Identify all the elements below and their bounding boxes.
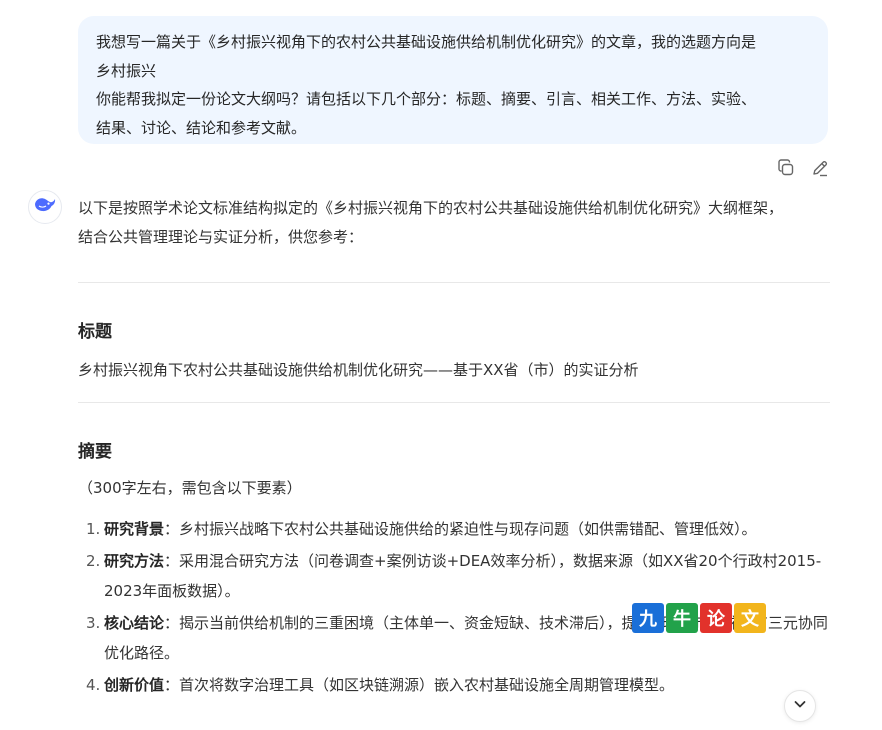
list-item: 1. 研究背景：乡村振兴战略下农村公共基础设施供给的紧迫性与现存问题（如供需错配…	[78, 514, 830, 544]
list-item: 4. 创新价值：首次将数字治理工具（如区块链溯源）嵌入农村基础设施全周期管理模型…	[78, 670, 830, 700]
answer-intro-line: 结合公共管理理论与实证分析，供您参考：	[78, 228, 364, 246]
abstract-note: （300字左右，需包含以下要素）	[78, 479, 302, 497]
title-text: 乡村振兴视角下农村公共基础设施供给机制优化研究——基于XX省（市）的实证分析	[78, 361, 639, 379]
list-item: 2. 研究方法：采用混合研究方法（问卷调查+案例访谈+DEA效率分析），数据来源…	[78, 546, 830, 606]
watermark-logo: 九 牛 论 文	[632, 603, 766, 633]
list-item-label: 研究方法	[104, 552, 165, 570]
list-item-text: ：首次将数字治理工具（如区块链溯源）嵌入农村基础设施全周期管理模型。	[164, 676, 675, 694]
title-heading: 标题	[78, 322, 112, 342]
list-item-text: ：乡村振兴战略下农村公共基础设施供给的紧迫性与现存问题（如供需错配、管理低效）。	[164, 520, 757, 538]
user-message-bubble: 我想写一篇关于《乡村振兴视角下的农村公共基础设施供给机制优化研究》的文章，我的选…	[78, 16, 828, 144]
abstract-heading: 摘要	[78, 442, 112, 462]
chat-page: 我想写一篇关于《乡村振兴视角下的农村公共基础设施供给机制优化研究》的文章，我的选…	[0, 0, 882, 730]
list-item-number: 4.	[86, 676, 101, 694]
list-item-label: 研究背景	[104, 520, 165, 538]
assistant-avatar	[28, 190, 62, 224]
section-divider	[78, 402, 830, 403]
answer-intro-line: 以下是按照学术论文标准结构拟定的《乡村振兴视角下的农村公共基础设施供给机制优化研…	[78, 199, 784, 217]
watermark-char: 文	[734, 603, 766, 633]
section-divider	[78, 282, 830, 283]
copy-icon[interactable]	[776, 158, 796, 178]
list-item-text: ：采用混合研究方法（问卷调查+案例访谈+DEA效率分析），数据来源（如XX省20…	[104, 552, 822, 600]
user-message-line: 你能帮我拟定一份论文大纲吗？请包括以下几个部分：标题、摘要、引言、相关工作、方法…	[96, 90, 757, 108]
edit-icon[interactable]	[810, 158, 830, 178]
list-item-label: 创新价值	[104, 676, 165, 694]
scroll-to-bottom-button[interactable]	[784, 690, 816, 722]
list-item-number: 3.	[86, 614, 101, 632]
message-actions	[776, 158, 830, 178]
watermark-char: 九	[632, 603, 664, 633]
list-item-number: 2.	[86, 552, 101, 570]
deepseek-whale-icon	[33, 195, 57, 219]
user-message-line: 我想写一篇关于《乡村振兴视角下的农村公共基础设施供给机制优化研究》的文章，我的选…	[96, 33, 757, 51]
user-message-line: 结果、讨论、结论和参考文献。	[96, 118, 307, 137]
list-item-number: 1.	[86, 520, 101, 538]
user-message-line: 乡村振兴	[96, 61, 157, 80]
watermark-char: 牛	[666, 603, 698, 633]
list-item-label: 核心结论	[104, 614, 165, 632]
watermark-char: 论	[700, 603, 732, 633]
chevron-down-icon	[792, 696, 808, 716]
